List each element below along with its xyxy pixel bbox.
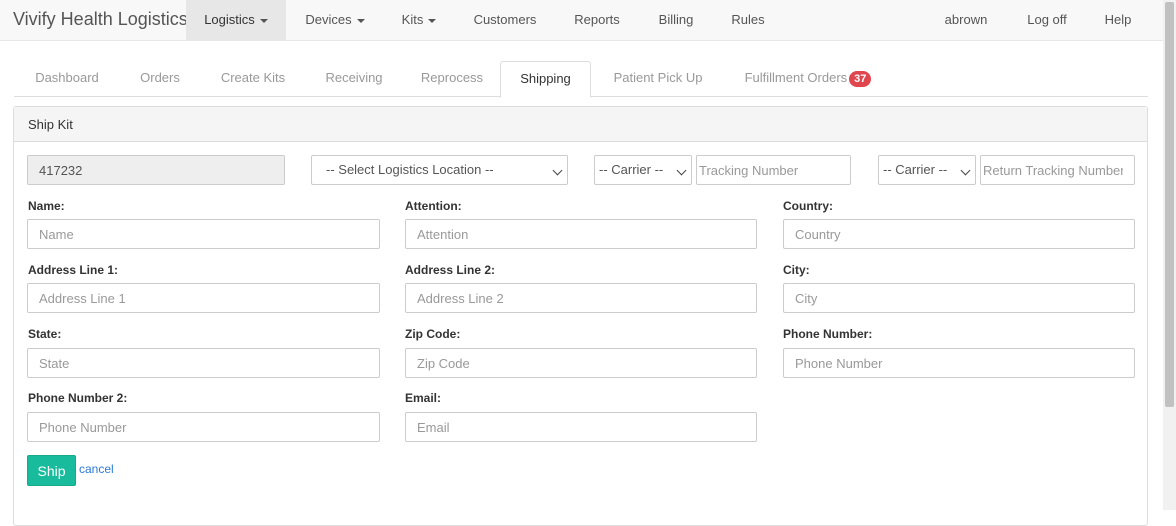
chevron-down-icon: [960, 165, 971, 176]
state-label: State:: [28, 327, 62, 341]
tab-receiving[interactable]: Receiving: [314, 61, 394, 97]
nav-logistics-label: Logistics: [204, 12, 255, 27]
logistics-location-value: -- Select Logistics Location --: [326, 162, 494, 177]
tab-shipping[interactable]: Shipping: [500, 61, 591, 98]
carrier-select[interactable]: -- Carrier --: [594, 155, 692, 185]
address-line-2-label: Address Line 2:: [405, 263, 496, 277]
sub-nav-tabs: Dashboard Orders Create Kits Receiving R…: [14, 61, 1148, 98]
city-label: City:: [783, 263, 810, 277]
nav-logistics[interactable]: Logistics: [186, 0, 286, 40]
attention-label: Attention:: [405, 199, 462, 213]
chevron-down-icon: [676, 165, 687, 176]
nav-logoff[interactable]: Log off: [1018, 0, 1076, 40]
name-input[interactable]: [27, 219, 380, 249]
nav-reports[interactable]: Reports: [562, 0, 632, 40]
logistics-location-select[interactable]: -- Select Logistics Location --: [311, 155, 568, 185]
nav-billing[interactable]: Billing: [647, 0, 705, 40]
country-label: Country:: [783, 199, 833, 213]
tab-patient-pick-up[interactable]: Patient Pick Up: [605, 61, 711, 97]
fulfillment-count-badge: 37: [849, 70, 872, 87]
nav-kits-label: Kits: [401, 12, 424, 27]
zip-code-input[interactable]: [405, 348, 757, 378]
email-input[interactable]: [405, 412, 757, 442]
nav-kits[interactable]: Kits: [388, 0, 450, 40]
tab-dashboard[interactable]: Dashboard: [22, 61, 112, 97]
email-label: Email:: [405, 391, 442, 405]
nav-devices[interactable]: Devices: [292, 0, 378, 40]
nav-help[interactable]: Help: [1098, 0, 1138, 40]
nav-user[interactable]: abrown: [934, 0, 998, 40]
tab-create-kits[interactable]: Create Kits: [210, 61, 296, 97]
return-carrier-select[interactable]: -- Carrier --: [878, 155, 976, 185]
carrier-value: -- Carrier --: [599, 162, 664, 177]
phone-number-label: Phone Number:: [783, 327, 873, 341]
name-label: Name:: [28, 199, 65, 213]
tracking-number-input[interactable]: [696, 155, 851, 185]
caret-down-icon: [356, 18, 365, 23]
nav-devices-label: Devices: [305, 12, 352, 27]
tab-fulfillment-orders[interactable]: Fulfillment Orders 37: [733, 61, 883, 97]
phone-number-input[interactable]: [783, 348, 1135, 378]
return-tracking-number-input[interactable]: [980, 155, 1135, 185]
caret-down-icon: [259, 18, 268, 23]
nav-customers[interactable]: Customers: [465, 0, 545, 40]
return-carrier-value: -- Carrier --: [883, 162, 948, 177]
ship-button[interactable]: Ship: [27, 455, 76, 486]
chevron-down-icon: [552, 165, 563, 176]
nav-rules[interactable]: Rules: [722, 0, 774, 40]
state-input[interactable]: [27, 348, 380, 378]
cancel-link[interactable]: cancel: [79, 462, 114, 476]
country-input[interactable]: [783, 219, 1135, 249]
address-line-1-label: Address Line 1:: [28, 263, 119, 277]
tab-reprocess[interactable]: Reprocess: [410, 61, 494, 97]
top-navbar: Vivify Health Logistics Logistics Device…: [0, 0, 1163, 41]
tab-fulfillment-orders-label: Fulfillment Orders: [744, 70, 848, 85]
scrollbar-thumb[interactable]: [1165, 2, 1174, 407]
caret-down-icon: [428, 18, 437, 23]
city-input[interactable]: [783, 283, 1135, 313]
zip-code-label: Zip Code:: [405, 327, 461, 341]
attention-input[interactable]: [405, 219, 757, 249]
tab-orders[interactable]: Orders: [126, 61, 194, 97]
address-line-1-input[interactable]: [27, 283, 380, 313]
phone-number-2-label: Phone Number 2:: [28, 391, 128, 405]
kit-number-field[interactable]: [27, 155, 285, 185]
page-scrollbar[interactable]: [1163, 0, 1176, 510]
phone-number-2-input[interactable]: [27, 412, 380, 442]
panel-title: Ship Kit: [14, 107, 1147, 142]
address-line-2-input[interactable]: [405, 283, 757, 313]
brand-logo[interactable]: Vivify Health Logistics: [13, 9, 188, 30]
